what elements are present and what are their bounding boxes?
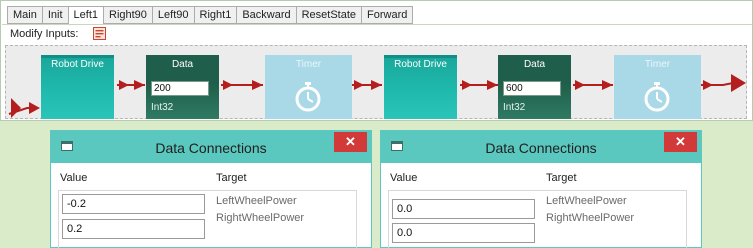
robot-drive-block[interactable]: Robot Drive — [41, 55, 114, 119]
tab-backward[interactable]: Backward — [236, 6, 297, 24]
timer-block[interactable]: Timer — [614, 55, 701, 119]
block-title: Robot Drive — [394, 59, 447, 70]
exit-arrow — [701, 74, 746, 92]
timer-block[interactable]: Timer — [265, 55, 352, 119]
dialog-title: Data Connections — [155, 140, 267, 156]
modify-inputs-bar: Modify Inputs: — [2, 24, 752, 44]
data-block[interactable]: Data 200 Int32 — [146, 55, 219, 119]
modify-inputs-label: Modify Inputs: — [10, 28, 79, 40]
tab-main[interactable]: Main — [7, 6, 43, 24]
tab-left1[interactable]: Left1 — [67, 6, 104, 25]
dialog-titlebar[interactable]: Data Connections ✕ — [381, 131, 701, 163]
target-label: RightWheelPower — [216, 212, 305, 224]
value-input[interactable]: 0.0 — [392, 223, 535, 243]
block-top-bar — [41, 55, 114, 58]
column-header: Value Target — [51, 163, 371, 189]
connector-arrow — [573, 80, 613, 90]
data-connections-dialog: Data Connections ✕ Value Target 0.0 Left… — [380, 130, 702, 248]
tab-left90[interactable]: Left90 — [151, 6, 195, 24]
tab-init[interactable]: Init — [41, 6, 69, 24]
block-title: Timer — [295, 59, 322, 70]
block-title: Data — [171, 59, 194, 70]
column-header: Value Target — [381, 163, 701, 189]
tab-forward[interactable]: Forward — [361, 6, 414, 24]
stopwatch-icon — [295, 82, 321, 112]
block-top-bar — [384, 55, 457, 58]
value-input[interactable]: 0.0 — [392, 199, 535, 219]
connections-list: -0.2 LeftWheelPower 0.2 RightWheelPower — [58, 190, 357, 248]
value-column-header: Value — [390, 172, 418, 184]
value-column-header: Value — [60, 172, 88, 184]
robot-drive-block[interactable]: Robot Drive — [384, 55, 457, 119]
dialog-titlebar[interactable]: Data Connections ✕ — [51, 131, 371, 163]
target-column-header: Target — [216, 172, 247, 184]
target-label: RightWheelPower — [546, 212, 635, 224]
target-label: LeftWheelPower — [546, 195, 627, 207]
block-title: Data — [523, 59, 546, 70]
value-input[interactable]: -0.2 — [62, 194, 205, 214]
close-button[interactable]: ✕ — [334, 132, 367, 152]
tab-strip: Main Init Left1 Right90 Left90 Right1 Ba… — [7, 6, 414, 25]
data-value-field[interactable]: 200 — [151, 81, 209, 96]
block-title: Timer — [644, 59, 671, 70]
edit-list-icon[interactable] — [93, 27, 106, 40]
data-block[interactable]: Data 600 Int32 — [498, 55, 571, 119]
close-button[interactable]: ✕ — [664, 132, 697, 152]
data-value-field[interactable]: 600 — [503, 81, 561, 96]
connector-arrow — [117, 80, 145, 90]
entry-arrow — [8, 98, 40, 118]
connector-arrow — [352, 80, 382, 90]
target-column-header: Target — [546, 172, 577, 184]
block-title: Robot Drive — [51, 59, 104, 70]
data-type-label: Int32 — [503, 102, 526, 113]
tab-resetstate[interactable]: ResetState — [295, 6, 363, 24]
tab-right1[interactable]: Right1 — [193, 6, 238, 24]
dialog-title: Data Connections — [485, 140, 597, 156]
connector-arrow — [460, 80, 498, 90]
workflow-panel: Main Init Left1 Right90 Left90 Right1 Ba… — [0, 0, 753, 121]
target-label: LeftWheelPower — [216, 195, 297, 207]
tab-right90[interactable]: Right90 — [103, 6, 153, 24]
stopwatch-icon — [644, 82, 670, 112]
connector-arrow — [221, 80, 263, 90]
connections-list: 0.0 LeftWheelPower 0.0 RightWheelPower — [388, 190, 687, 248]
workflow-canvas: Robot Drive Data 200 Int32 Timer Robot D… — [5, 45, 747, 119]
data-type-label: Int32 — [151, 102, 174, 113]
value-input[interactable]: 0.2 — [62, 219, 205, 239]
data-connections-dialog: Data Connections ✕ Value Target -0.2 Lef… — [50, 130, 372, 248]
